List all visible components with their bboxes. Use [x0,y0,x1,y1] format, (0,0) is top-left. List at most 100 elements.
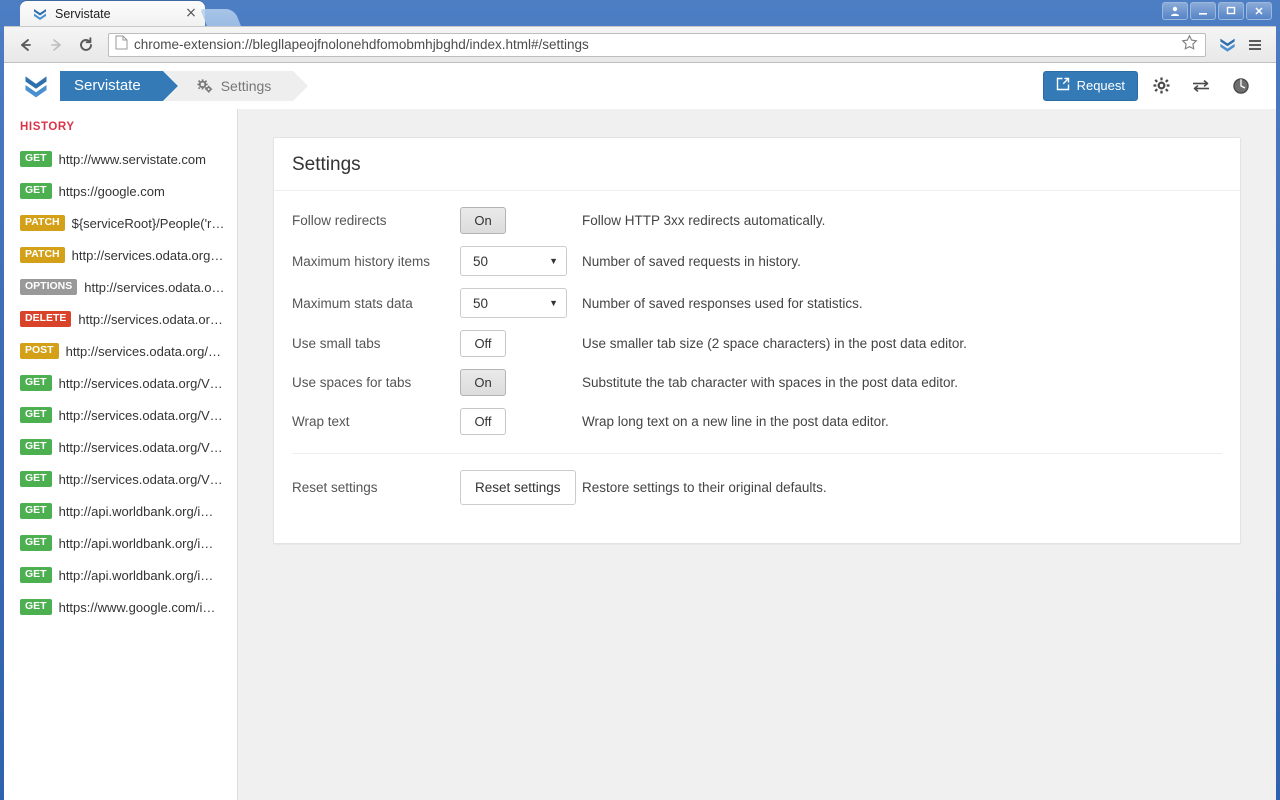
settings-row: Wrap text Off Wrap long text on a new line… [292,408,1222,435]
new-tab-button[interactable] [200,9,241,26]
toggle-button[interactable]: Off [460,330,506,357]
app-header: Servistate Settings Request [4,63,1276,109]
history-item-url: http://www.servistate.com [58,151,206,167]
history-item[interactable]: PATCH ${serviceRoot}/People('r… [4,207,237,239]
settings-row-control: Off [460,408,582,435]
history-item[interactable]: OPTIONS http://services.odata.o… [4,271,237,303]
chevron-down-icon: ▼ [549,256,558,266]
select-dropdown[interactable]: 50 ▼ [460,246,567,276]
settings-row-label: Wrap text [292,414,350,429]
history-heading: HISTORY [20,121,75,133]
http-method-badge: PATCH [20,247,65,263]
breadcrumb-label: Settings [220,77,272,94]
settings-row-control: Off [460,330,582,357]
history-item-url: https://www.google.com/i… [58,599,216,615]
gears-icon [197,78,213,93]
http-method-badge: GET [20,439,52,455]
history-item[interactable]: GET http://api.worldbank.org/i… [4,527,237,559]
history-list: GET http://www.servistate.com GET https://g… [4,143,237,623]
minimize-button[interactable] [1190,2,1216,20]
breadcrumb: Servistate Settings [60,70,308,101]
history-item[interactable]: GET http://services.odata.org/V… [4,399,237,431]
maximize-button[interactable] [1218,2,1244,20]
settings-row-control: On [460,369,582,396]
settings-row: Use spaces for tabs On Substitute the tab … [292,369,1222,396]
header-actions: Request [1042,70,1276,102]
settings-row-control: 50 ▼ [460,246,582,276]
history-item[interactable]: GET http://api.worldbank.org/i… [4,495,237,527]
reload-button[interactable] [72,31,100,59]
settings-row: Use small tabs Off Use smaller tab size (2… [292,330,1222,357]
chevron-down-icon: ▼ [549,298,558,308]
page-title: Settings [292,154,361,175]
hamburger-menu-icon[interactable] [1242,32,1268,58]
select-value: 50 [473,253,489,269]
settings-row: Follow redirects On Follow HTTP 3xx redire… [292,207,1222,234]
address-bar[interactable]: chrome-extension://blegllapeojfnolonehdf… [108,32,1206,57]
select-value: 50 [473,295,489,311]
http-method-badge: POST [20,343,59,359]
history-item-url: http://services.odata.org/V… [58,471,223,487]
app-viewport: Servistate Settings Request HISTORY GET … [4,63,1276,800]
history-item-url: http://services.odata.o… [84,279,225,295]
history-item[interactable]: GET https://google.com [4,175,237,207]
history-sidebar: HISTORY GET http://www.servistate.com GET h… [4,109,238,800]
browser-window: Servistate × chrome-extension://blegllap… [0,0,1280,800]
browser-chrome: chrome-extension://blegllapeojfnolonehdf… [4,26,1276,800]
request-button[interactable]: Request [1042,70,1138,101]
close-icon[interactable]: × [183,5,199,22]
settings-row-label: Maximum stats data [292,295,413,311]
user-icon[interactable] [1162,2,1188,20]
toggle-button[interactable]: On [460,369,506,396]
close-button[interactable] [1246,2,1272,20]
history-item[interactable]: PATCH http://services.odata.org… [4,239,237,271]
breadcrumb-item-settings[interactable]: Settings [163,70,308,101]
settings-row-control: On [460,207,582,234]
gear-icon[interactable] [1144,70,1178,102]
document-icon [115,35,128,55]
breadcrumb-item-servistate[interactable]: Servistate [60,70,178,101]
star-icon[interactable] [1181,34,1198,56]
back-button[interactable] [12,31,40,59]
history-item[interactable]: DELETE http://services.odata.or… [4,303,237,335]
history-item[interactable]: GET http://services.odata.org/V… [4,367,237,399]
settings-row-label: Maximum history items [292,253,431,269]
browser-toolbar: chrome-extension://blegllapeojfnolonehdf… [4,27,1276,63]
settings-content: Settings Follow redirects On Follow HTTP 3… [238,109,1276,800]
http-method-badge: GET [20,407,52,423]
http-method-badge: GET [20,151,52,167]
history-item[interactable]: GET http://services.odata.org/V… [4,431,237,463]
settings-row-control: 50 ▼ [460,288,582,318]
settings-row-description: Substitute the tab character with spaces… [582,375,958,390]
settings-row-control: Reset settings [460,470,582,505]
external-link-icon [1056,77,1070,94]
globe-icon[interactable] [1224,70,1258,102]
http-method-badge: OPTIONS [20,279,78,295]
browser-tab[interactable]: Servistate × [20,1,205,26]
history-item[interactable]: GET http://services.odata.org/V… [4,463,237,495]
settings-row-description: Wrap long text on a new line in the post… [582,414,889,429]
servistate-extension-icon[interactable] [1214,32,1240,58]
exchange-arrows-icon[interactable] [1184,70,1218,102]
history-item-url: http://api.worldbank.org/i… [58,503,214,519]
settings-row-label: Reset settings [292,480,378,495]
settings-row-description: Use smaller tab size (2 space characters… [582,336,967,351]
history-item[interactable]: GET http://www.servistate.com [4,143,237,175]
settings-row-label: Follow redirects [292,213,387,228]
history-item[interactable]: GET https://www.google.com/i… [4,591,237,623]
http-method-badge: GET [20,503,52,519]
settings-row-description: Number of saved requests in history. [582,253,801,269]
settings-panel: Settings Follow redirects On Follow HTTP 3… [273,137,1241,544]
toggle-button[interactable]: On [460,207,506,234]
history-item[interactable]: POST http://services.odata.org/… [4,335,237,367]
panel-header: Settings [274,138,1240,191]
select-dropdown[interactable]: 50 ▼ [460,288,567,318]
history-item-url: http://services.odata.or… [78,311,223,327]
history-item-url: http://services.odata.org/V… [58,407,223,423]
reset-settings-button[interactable]: Reset settings [460,470,576,505]
history-item[interactable]: GET http://api.worldbank.org/i… [4,559,237,591]
forward-button[interactable] [42,31,70,59]
http-method-badge: GET [20,567,52,583]
toggle-button[interactable]: Off [460,408,506,435]
http-method-badge: PATCH [20,215,65,231]
